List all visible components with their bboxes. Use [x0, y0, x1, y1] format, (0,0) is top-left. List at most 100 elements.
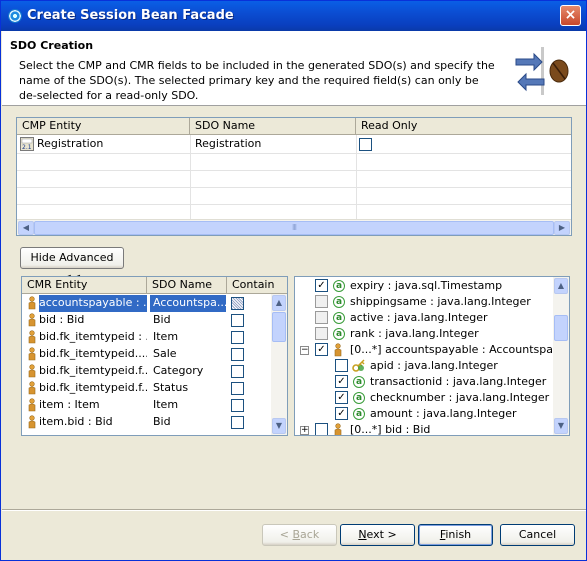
cmr-sdo-name-cell[interactable]: Item [150, 397, 226, 414]
contain-checkbox[interactable] [231, 365, 244, 378]
cmr-table-row[interactable]: bid.fk_itemtypeid.... Sale [22, 346, 272, 363]
window-title: Create Session Bean Facade [27, 8, 234, 23]
cmr-sdo-name-cell[interactable]: Accountspa... [150, 295, 226, 312]
back-button[interactable]: < Back [262, 524, 337, 546]
cmr-sdo-name-cell[interactable]: Bid [150, 312, 226, 329]
tree-item[interactable]: a shippingsame : java.lang.Integer [295, 294, 553, 310]
column-header-sdo-name[interactable]: SDO Name [190, 118, 356, 135]
cmr-sdo-name-cell[interactable]: Bid [150, 414, 226, 431]
column-header-cmp-entity[interactable]: CMP Entity [17, 118, 190, 135]
back-button-mnemonic: B [292, 528, 301, 541]
contain-checkbox[interactable] [231, 416, 244, 429]
attribute-icon: a [353, 408, 365, 420]
cancel-button[interactable]: Cancel [500, 524, 575, 546]
back-button-label: ack [300, 528, 320, 541]
tree-item[interactable]: + [0...*] bid : Bid [295, 422, 553, 435]
hide-advanced-button[interactable]: Hide Advanced << [20, 247, 124, 284]
tree-item[interactable]: ✓ a checknumber : java.lang.Integer [295, 390, 553, 406]
tree-item[interactable]: apid : java.lang.Integer [295, 358, 553, 374]
scroll-down-arrow-icon[interactable]: ▼ [554, 418, 568, 434]
cmr-table-row[interactable]: accountspayable : ... Accountspa... [22, 295, 272, 312]
page-description: Select the CMP and CMR fields to be incl… [19, 59, 495, 102]
column-header-contain[interactable]: Contain [227, 277, 287, 294]
app-icon [8, 9, 22, 23]
contain-checkbox[interactable] [231, 399, 244, 412]
next-button[interactable]: Next > [340, 524, 415, 546]
contain-checkbox[interactable] [231, 331, 244, 344]
cmr-table-row[interactable]: bid.fk_itemtypeid.f... Category [22, 363, 272, 380]
field-checkbox[interactable] [315, 311, 328, 324]
cmr-entity-cell: bid.fk_itemtypeid.f... [39, 364, 147, 377]
attribute-icon: a [333, 296, 345, 308]
sdo-field-tree: ✓ a expiry : java.sql.Timestamp a shippingsa… [294, 276, 570, 436]
cmr-entity-cell: bid : Bid [39, 313, 85, 326]
cmr-sdo-name-cell[interactable]: Sale [150, 346, 226, 363]
scroll-up-arrow-icon[interactable]: ▲ [554, 278, 568, 294]
contain-checkbox[interactable] [231, 348, 244, 361]
field-checkbox[interactable] [315, 295, 328, 308]
field-checkbox[interactable]: ✓ [335, 391, 348, 404]
cmr-table-row[interactable]: bid.fk_itemtypeid : ... Item [22, 329, 272, 346]
cmp-table-header: CMP Entity SDO Name Read Only [17, 118, 571, 135]
cmp-entity-table: CMP Entity SDO Name Read Only 2.1 Regist… [16, 117, 572, 236]
tree-item[interactable]: ✓ a amount : java.lang.Integer [295, 406, 553, 422]
tree-item[interactable]: a active : java.lang.Integer [295, 310, 553, 326]
expand-icon[interactable]: + [300, 426, 309, 435]
cmr-table-vertical-scrollbar[interactable]: ▲ ▼ [271, 294, 287, 435]
relationship-icon [28, 415, 36, 429]
close-button[interactable]: × [560, 5, 581, 26]
scroll-right-arrow-icon[interactable]: ▶ [554, 221, 570, 235]
tree-item[interactable]: a rank : java.lang.Integer [295, 326, 553, 342]
wizard-header: SDO Creation Select the CMP and CMR fiel… [2, 31, 586, 106]
field-checkbox[interactable] [335, 359, 348, 372]
column-header-cmr-entity[interactable]: CMR Entity [22, 277, 147, 294]
tree-item[interactable]: − ✓ [0...*] accountspayable : Accountspaya… [295, 342, 569, 358]
tree-item[interactable]: ✓ a transactionid : java.lang.Integer [295, 374, 553, 390]
tree-item-label: shippingsame : java.lang.Integer [350, 295, 531, 308]
next-button-mnemonic: N [358, 528, 367, 541]
cmr-table-row[interactable]: item.bid : Bid Bid [22, 414, 272, 431]
cmr-sdo-name-cell[interactable]: Item [150, 329, 226, 346]
contain-checkbox[interactable] [231, 314, 244, 327]
scroll-down-arrow-icon[interactable]: ▼ [272, 418, 286, 434]
attribute-icon: a [333, 280, 345, 292]
cmr-table-row[interactable]: bid : Bid Bid [22, 312, 272, 329]
field-checkbox[interactable] [315, 327, 328, 340]
field-checkbox[interactable]: ✓ [335, 407, 348, 420]
attribute-icon: a [333, 312, 345, 324]
scrollbar-thumb[interactable] [554, 315, 568, 341]
cmr-entity-cell: bid.fk_itemtypeid.f... [39, 381, 147, 394]
relationship-icon [28, 398, 36, 412]
field-checkbox[interactable]: ✓ [315, 343, 328, 356]
relationship-icon [28, 347, 36, 361]
cmr-table-header: CMR Entity SDO Name Contain [22, 277, 287, 294]
button-bar-separator [2, 509, 586, 511]
column-header-read-only[interactable]: Read Only [356, 118, 571, 135]
cmr-table-row[interactable]: item : Item Item [22, 397, 272, 414]
scroll-up-arrow-icon[interactable]: ▲ [272, 295, 286, 311]
cmp-table-horizontal-scrollbar[interactable]: ◀ III ▶ [17, 219, 571, 235]
tree-vertical-scrollbar[interactable]: ▲ ▼ [553, 277, 569, 435]
tree-item[interactable]: ✓ a expiry : java.sql.Timestamp [295, 278, 553, 294]
cmr-sdo-name-cell[interactable]: Category [150, 363, 226, 380]
title-bar[interactable]: Create Session Bean Facade × [1, 1, 586, 31]
column-header-sdo-name[interactable]: SDO Name [147, 277, 227, 294]
read-only-checkbox[interactable] [359, 138, 372, 151]
tree-item-label: active : java.lang.Integer [350, 311, 488, 324]
field-checkbox[interactable] [315, 423, 328, 435]
finish-button[interactable]: Finish [418, 524, 493, 546]
cmr-sdo-name-cell[interactable]: Status [150, 380, 226, 397]
cmr-table-row[interactable]: bid.fk_itemtypeid.f... Status [22, 380, 272, 397]
scrollbar-thumb[interactable] [272, 312, 286, 342]
scroll-left-arrow-icon[interactable]: ◀ [18, 221, 34, 235]
contain-checkbox[interactable] [231, 382, 244, 395]
cmp-entity-cell: Registration [37, 137, 104, 150]
field-checkbox[interactable]: ✓ [335, 375, 348, 388]
collapse-icon[interactable]: − [300, 346, 309, 355]
contain-checkbox[interactable] [231, 297, 244, 310]
scrollbar-thumb[interactable]: III [34, 221, 554, 235]
svg-text:2.1: 2.1 [22, 144, 32, 151]
table-row[interactable]: 2.1 Registration Registration [17, 136, 571, 153]
sdo-name-cell[interactable]: Registration [195, 136, 261, 152]
field-checkbox[interactable]: ✓ [315, 279, 328, 292]
